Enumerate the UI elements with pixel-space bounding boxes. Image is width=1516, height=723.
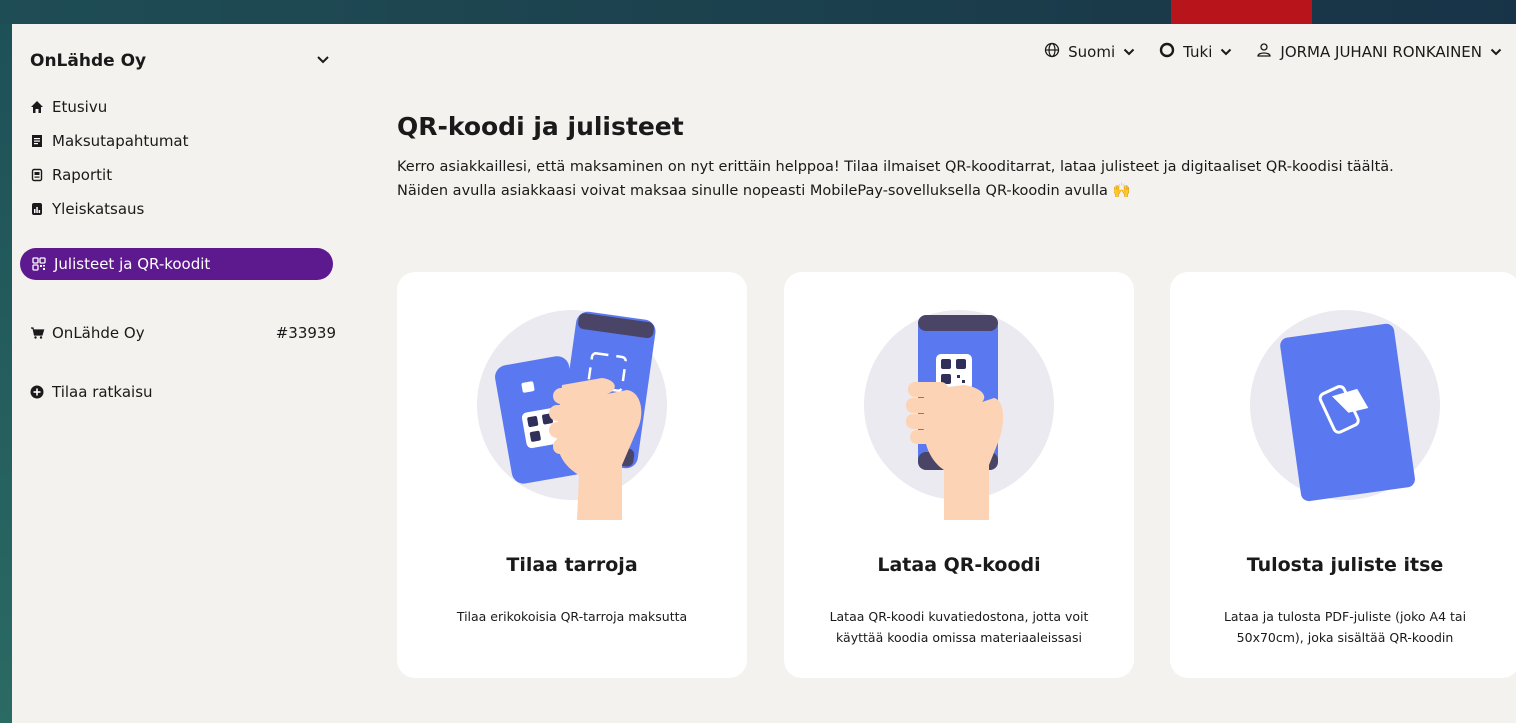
sidebar-nav: Etusivu Maksutapahtumat Raportit Yleiska… <box>30 90 330 226</box>
order-solution-label: Tilaa ratkaisu <box>52 383 153 401</box>
support-label: Tuki <box>1183 43 1213 61</box>
sidebar-item-julisteet[interactable]: Julisteet ja QR-koodit <box>20 248 333 280</box>
stickers-illustration <box>397 290 747 520</box>
report-icon <box>30 168 52 182</box>
home-icon <box>30 100 52 114</box>
qr-icon <box>32 257 54 271</box>
shop-name: OnLähde Oy <box>52 324 145 342</box>
card-print-poster[interactable]: Tulosta juliste itse Lataa ja tulosta PD… <box>1170 272 1516 678</box>
support-menu[interactable]: Tuki <box>1159 42 1232 62</box>
globe-icon <box>1044 42 1060 62</box>
poster-illustration <box>1170 290 1516 520</box>
app-window: OnLähde Oy Etusivu Maksutapahtumat Rapor… <box>12 24 1516 723</box>
cards-grid: Tilaa tarroja Tilaa erikokoisia QR-tarro… <box>397 272 1516 678</box>
sidebar-item-maksutapahtumat[interactable]: Maksutapahtumat <box>30 124 330 158</box>
top-header: Suomi Tuki JORMA JUHANI RONKAINEN <box>1044 38 1502 66</box>
chevron-down-icon <box>1123 45 1135 59</box>
main-content: QR-koodi ja julisteet Kerro asiakkailles… <box>397 112 1507 203</box>
card-title: Tulosta juliste itse <box>1246 554 1444 576</box>
order-solution-link[interactable]: Tilaa ratkaisu <box>30 378 153 406</box>
card-title: Lataa QR-koodi <box>877 554 1041 576</box>
chart-icon <box>30 202 52 216</box>
download-qr-illustration <box>784 290 1134 520</box>
left-background-strip <box>0 24 12 723</box>
user-name: JORMA JUHANI RONKAINEN <box>1280 43 1482 61</box>
sidebar-item-label: Raportit <box>52 166 113 184</box>
chevron-down-icon <box>1490 45 1502 59</box>
sidebar-item-label: Yleiskatsaus <box>52 200 145 218</box>
chevron-down-icon <box>1220 45 1232 59</box>
card-description: Lataa ja tulosta PDF-juliste (joko A4 ta… <box>1223 609 1467 645</box>
intro-text-line-1: Kerro asiakkaillesi, että maksaminen on … <box>397 159 1394 175</box>
user-icon <box>1256 42 1272 62</box>
user-menu[interactable]: JORMA JUHANI RONKAINEN <box>1256 42 1502 62</box>
support-icon <box>1159 42 1175 62</box>
card-title: Tilaa tarroja <box>506 554 638 576</box>
top-red-block <box>1171 0 1312 24</box>
cart-icon <box>30 326 52 340</box>
card-description: Tilaa erikokoisia QR-tarroja maksutta <box>456 609 688 624</box>
sidebar-item-label: Julisteet ja QR-koodit <box>54 255 211 273</box>
sidebar: OnLähde Oy Etusivu Maksutapahtumat Rapor… <box>12 24 347 723</box>
card-order-stickers[interactable]: Tilaa tarroja Tilaa erikokoisia QR-tarro… <box>397 272 747 678</box>
browser-top-bar <box>0 0 1516 24</box>
company-name: OnLähde Oy <box>30 51 147 71</box>
shop-row[interactable]: OnLähde Oy #33939 <box>30 319 336 347</box>
shop-id: #33939 <box>275 324 336 342</box>
plus-circle-icon <box>30 385 52 399</box>
sidebar-item-yleiskatsaus[interactable]: Yleiskatsaus <box>30 192 330 226</box>
intro-text-line-2: Näiden avulla asiakkaasi voivat maksaa s… <box>397 183 1131 199</box>
sidebar-item-etusivu[interactable]: Etusivu <box>30 90 330 124</box>
page-title: QR-koodi ja julisteet <box>397 112 684 141</box>
chevron-down-icon <box>316 53 330 69</box>
sidebar-item-label: Maksutapahtumat <box>52 132 189 150</box>
receipt-icon <box>30 134 52 148</box>
card-download-qr[interactable]: Lataa QR-koodi Lataa QR-koodi kuvatiedos… <box>784 272 1134 678</box>
sidebar-item-raportit[interactable]: Raportit <box>30 158 330 192</box>
language-selector[interactable]: Suomi <box>1044 42 1135 62</box>
company-selector[interactable]: OnLähde Oy <box>30 48 330 74</box>
language-label: Suomi <box>1068 43 1116 61</box>
card-description: Lataa QR-koodi kuvatiedostona, jotta voi… <box>829 609 1089 645</box>
sidebar-item-label: Etusivu <box>52 98 108 116</box>
